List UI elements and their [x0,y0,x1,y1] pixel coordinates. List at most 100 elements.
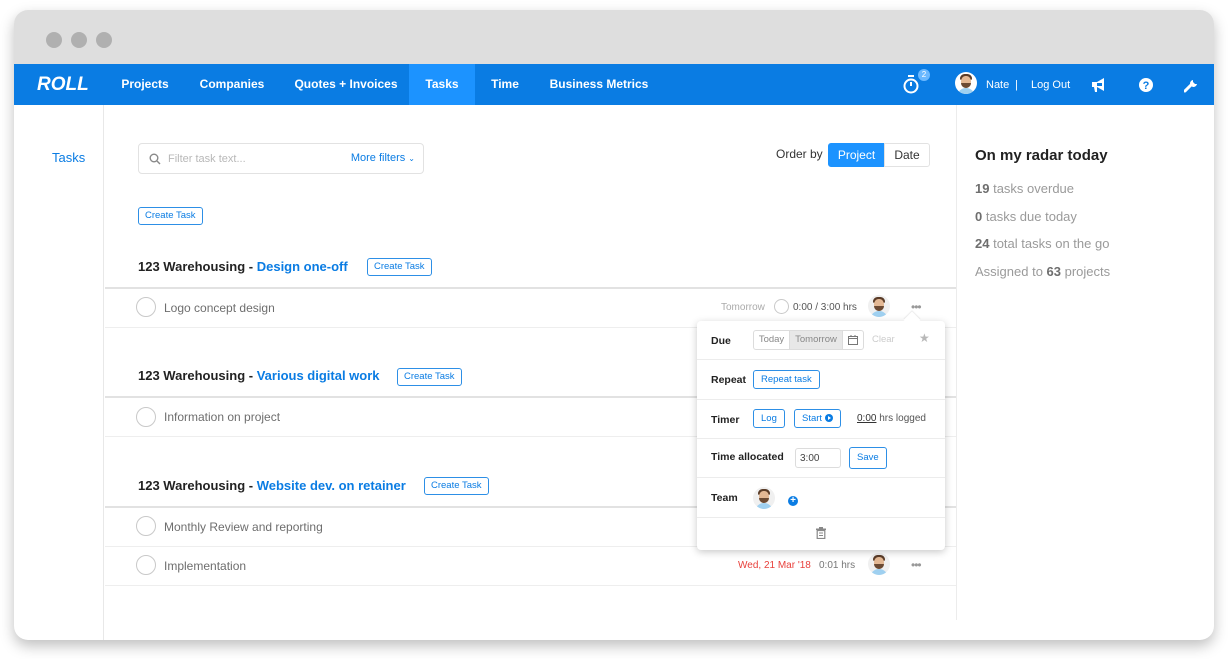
group-heading: 123 Warehousing - Website dev. on retain… [138,478,406,493]
task-name[interactable]: Information on project [164,410,280,424]
timer-count-badge: 2 [918,69,930,81]
task-name[interactable]: Logo concept design [164,301,275,315]
calendar-icon [848,335,858,345]
time-allocated-input[interactable] [795,448,841,468]
announcements-button[interactable] [1089,64,1109,105]
assigned-projects-stat[interactable]: Assigned to 63 projects [975,264,1110,279]
task-time: 0:01 hrs [819,560,856,571]
client-name: 123 Warehousing [138,478,246,493]
help-button[interactable]: ? [1136,64,1156,105]
clear-due-button[interactable]: Clear [872,334,895,345]
task-options-popover: Due Today Tomorrow Clear ★ Repeat Repeat… [697,311,945,550]
create-task-button[interactable]: Create Task [367,258,432,276]
stat-text: total tasks on the go [989,236,1110,251]
group-heading: 123 Warehousing - Design one-off [138,259,348,274]
play-icon [824,414,833,422]
nav-projects[interactable]: Projects [108,64,182,105]
task-time: 0:00 / 3:00 hrs [793,302,857,313]
stat-number: 24 [975,236,990,251]
top-nav: ROLL Projects Companies Quotes + Invoice… [14,64,1214,105]
help-icon: ? [1139,78,1153,92]
project-link[interactable]: Various digital work [257,368,380,383]
roll-logo[interactable]: ROLL [37,64,89,105]
total-tasks-stat[interactable]: 24 total tasks on the go [975,236,1109,251]
divider [105,287,956,289]
overdue-tasks-stat[interactable]: 19 tasks overdue [975,181,1074,196]
user-avatar[interactable] [955,72,977,96]
nav-companies[interactable]: Companies [188,64,276,105]
nav-quotes-invoices[interactable]: Quotes + Invoices [284,64,408,105]
logout-link[interactable]: Log Out [1031,64,1070,105]
log-time-button[interactable]: Log [753,409,785,428]
logged-suffix: hrs logged [876,413,926,424]
client-name: 123 Warehousing [138,368,246,383]
stat-text: tasks due today [982,209,1077,224]
assignee-avatar[interactable] [868,553,890,575]
chevron-down-icon: ⌄ [408,154,415,163]
more-options-icon[interactable]: ••• [911,558,922,572]
repeat-label: Repeat [711,374,747,386]
wrench-icon [1184,80,1197,93]
group-heading: 123 Warehousing - Various digital work [138,368,380,383]
team-member-avatar[interactable] [753,487,775,509]
delete-task-button[interactable] [816,526,826,544]
more-filters-dropdown[interactable]: More filters ⌄ [351,144,415,173]
star-icon[interactable]: ★ [919,331,930,345]
start-label: Start [802,413,823,424]
svg-text:?: ? [1143,80,1150,92]
due-tomorrow-button[interactable]: Tomorrow [789,330,843,350]
due-today-stat[interactable]: 0 tasks due today [975,209,1077,224]
divider [105,585,956,586]
window-close-button[interactable] [46,32,62,48]
logged-value[interactable]: 0:00 [857,413,876,424]
user-name[interactable]: Nate [986,64,1009,105]
task-due-date[interactable]: Tomorrow [721,302,765,313]
megaphone-icon [1092,78,1104,92]
create-task-button[interactable]: Create Task [424,477,489,495]
start-timer-button[interactable]: Start [794,409,841,428]
order-by-label: Order by [776,147,823,161]
task-name[interactable]: Monthly Review and reporting [164,520,323,534]
complete-task-checkbox[interactable] [136,407,156,427]
complete-task-checkbox[interactable] [136,297,156,317]
complete-task-checkbox[interactable] [136,555,156,575]
nav-time[interactable]: Time [476,64,534,105]
complete-task-checkbox[interactable] [136,516,156,536]
project-link[interactable]: Website dev. on retainer [257,478,406,493]
window-minimize-button[interactable] [71,32,87,48]
due-today-button[interactable]: Today [753,330,790,350]
stat-number: 19 [975,181,990,196]
due-row: Due Today Tomorrow Clear ★ [697,321,945,360]
sidebar-item-tasks[interactable]: Tasks [52,150,85,165]
settings-button[interactable] [1182,64,1202,105]
repeat-task-button[interactable]: Repeat task [753,370,820,389]
order-date-button[interactable]: Date [884,143,930,167]
due-date-picker-button[interactable] [842,330,864,350]
save-time-button[interactable]: Save [849,447,887,469]
radar-title: On my radar today [975,147,1108,164]
create-task-button[interactable]: Create Task [138,207,203,225]
timer-toggle[interactable] [774,299,789,314]
nav-business-metrics[interactable]: Business Metrics [542,64,656,105]
filter-task-input[interactable] [168,150,338,168]
window-maximize-button[interactable] [96,32,112,48]
stopwatch-icon [903,75,919,94]
assignee-avatar[interactable] [868,295,890,317]
dash: - [245,478,257,493]
repeat-row: Repeat Repeat task [697,360,945,400]
radar-panel: On my radar today 19 tasks overdue 0 tas… [956,105,1214,620]
stat-text: tasks overdue [989,181,1075,196]
task-due-date-overdue[interactable]: Wed, 21 Mar '18 [738,560,811,571]
due-label: Due [711,335,731,347]
order-project-button[interactable]: Project [828,143,885,167]
time-allocated-label: Time allocated [711,451,784,463]
client-name: 123 Warehousing [138,259,246,274]
create-task-button[interactable]: Create Task [397,368,462,386]
add-team-member-icon[interactable]: + [788,496,798,506]
project-link[interactable]: Design one-off [257,259,348,274]
left-sidebar: Tasks [14,105,104,640]
stat-text: projects [1061,264,1111,279]
task-filter: More filters ⌄ [138,143,424,174]
task-name[interactable]: Implementation [164,559,246,573]
nav-tasks[interactable]: Tasks [409,64,475,105]
